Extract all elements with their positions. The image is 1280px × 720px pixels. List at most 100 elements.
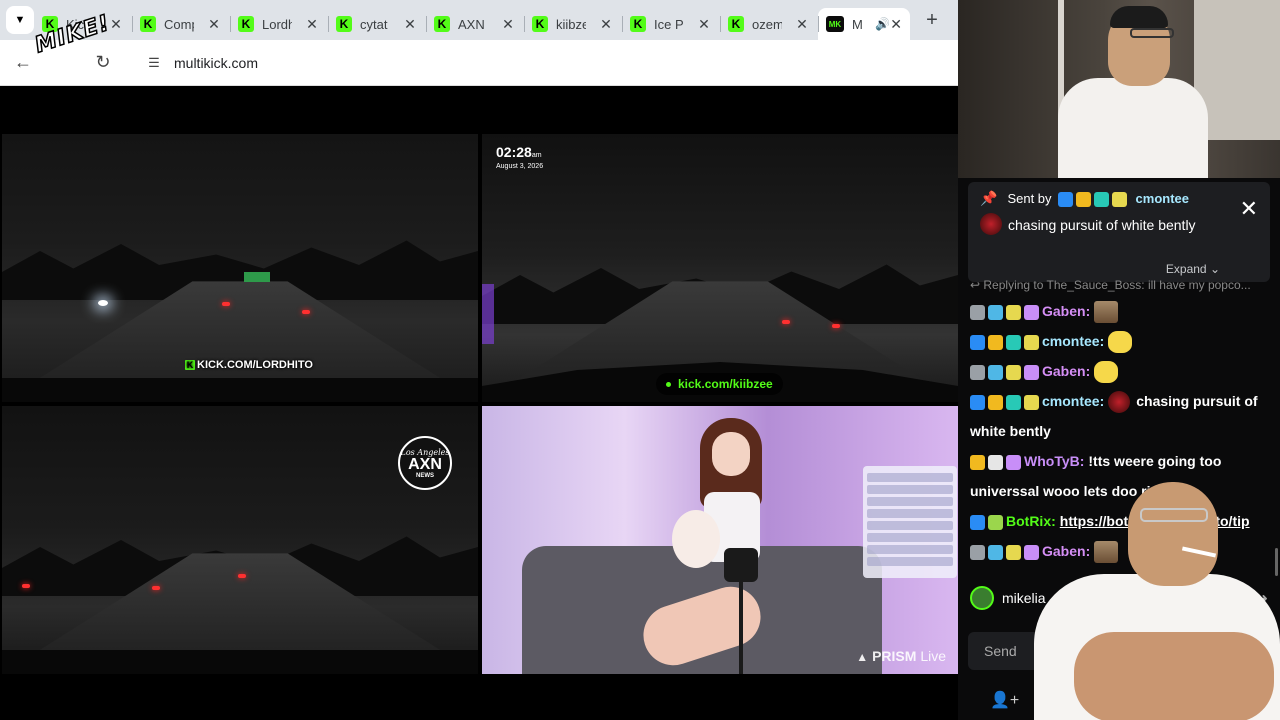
dashboard (2, 378, 478, 402)
badge-icon (1024, 394, 1039, 410)
close-tab-icon[interactable]: ✕ (206, 16, 222, 33)
kick-favicon-icon: K (728, 16, 744, 32)
back-arrow-icon: ← (14, 52, 32, 72)
tab-6[interactable]: K Ice Po ✕ (622, 8, 720, 40)
taillight (832, 324, 840, 328)
glasses (1140, 508, 1208, 522)
tip-menu-overlay (863, 466, 957, 578)
tab-4[interactable]: K AXN ✕ (426, 8, 524, 40)
tab-7[interactable]: Kozem ✕ (720, 8, 818, 40)
close-tab-icon[interactable]: ✕ (304, 16, 320, 33)
browser-toolbar: ← ↻ ☰ multikick.com (0, 40, 958, 86)
close-tab-icon[interactable]: ✕ (500, 16, 516, 33)
streamer-head (1128, 482, 1218, 586)
tab-strip: ▼ KKick✕KComp✕KLordh✕Kcytat✕KAXN✕Kkiibze… (0, 0, 958, 40)
taillight (152, 586, 160, 590)
tab-2[interactable]: K Lordh ✕ (230, 8, 328, 40)
reload-button[interactable]: ↻ (88, 48, 118, 78)
emote-icon (1108, 331, 1133, 354)
emote-icon (1108, 391, 1131, 414)
kick-favicon-icon: K (532, 16, 548, 32)
badge-icon (1024, 364, 1039, 380)
chat-username[interactable]: Gaben: (1042, 363, 1090, 379)
tab-1[interactable]: K Comp ✕ (132, 8, 230, 40)
pinned-text: chasing pursuit of white bently (1008, 217, 1196, 233)
live-dot-icon (666, 381, 671, 387)
crown-icon (1075, 191, 1091, 207)
badge-icon (1006, 454, 1021, 470)
badge-icon (1006, 394, 1021, 410)
chat-username[interactable]: cmontee: (1042, 393, 1104, 409)
tripod-stand (739, 582, 743, 674)
close-tab-icon[interactable]: ✕ (402, 16, 418, 33)
expand-button[interactable]: Expand ⌄ (1166, 262, 1220, 276)
tab-title: Lordh (262, 16, 292, 32)
chat-message: cmontee: chasing pursuit of white bently (970, 386, 1270, 446)
tab-title: kiibze (556, 16, 586, 32)
taillight (302, 310, 310, 314)
emote-icon (980, 213, 1002, 235)
back-button[interactable]: ← (8, 48, 38, 78)
highway-sign (244, 272, 270, 282)
kick-favicon-icon: K (336, 16, 352, 32)
stream-room[interactable]: ▲ PRISM Live (482, 406, 958, 674)
badge-icon (988, 514, 1003, 530)
tab-title: M (852, 16, 863, 32)
chat-username[interactable]: Gaben: (1042, 303, 1090, 319)
stream-kiibzee[interactable]: 02:28am August 3, 2026 kick.com/kiibzee (482, 134, 958, 402)
chat-username[interactable]: cmontee: (1042, 333, 1104, 349)
emote-icon (1094, 361, 1119, 384)
stream-axn[interactable]: Los Angeles AXN NEWS (2, 406, 478, 674)
chevron-down-icon: ⌄ (1209, 262, 1220, 276)
glasses (1130, 28, 1174, 38)
speaker-icon[interactable]: 🔊 (875, 17, 890, 31)
streamer-hands (1074, 632, 1274, 720)
tab-5[interactable]: Kkiibze ✕ (524, 8, 622, 40)
badge-icon (1024, 334, 1039, 350)
close-tab-icon[interactable]: ✕ (890, 16, 902, 33)
pinned-sent-by-label: Sent by (1007, 191, 1052, 206)
close-tab-icon[interactable]: ✕ (598, 16, 614, 33)
badge-icon (1006, 304, 1021, 320)
tab-title: Ice Po (654, 16, 684, 32)
browser-window: ▼ KKick✕KComp✕KLordh✕Kcytat✕KAXN✕Kkiibze… (0, 0, 958, 720)
url-text: multikick.com (174, 54, 259, 71)
badge-icon (970, 304, 985, 320)
tab-title: ozem (752, 16, 782, 32)
tab-3[interactable]: Kcytat ✕ (328, 8, 426, 40)
prism-logo-icon: ▲ (856, 650, 869, 664)
badge-icon (988, 454, 1003, 470)
close-icon[interactable]: ✕ (1240, 196, 1258, 222)
pinned-username[interactable]: cmontee (1136, 191, 1189, 206)
kick-favicon-icon: K (434, 16, 450, 32)
kick-logo-icon: K (185, 360, 195, 370)
add-user-icon[interactable]: 👤+ (990, 690, 1019, 710)
badge-icon (1006, 334, 1021, 350)
chat-username[interactable]: WhoTyB: (1024, 453, 1084, 469)
address-bar[interactable]: ☰ multikick.com (136, 45, 948, 80)
kiibzee-url-pill: kick.com/kiibzee (656, 373, 783, 395)
avatar[interactable] (970, 586, 994, 610)
axn-news-logo: Los Angeles AXN NEWS (398, 436, 452, 490)
close-tab-icon[interactable]: ✕ (794, 16, 810, 33)
pin-icon: 📌 (980, 190, 998, 206)
badge-icon (1006, 544, 1021, 560)
badge-icon (988, 304, 1003, 320)
stream-lordhito[interactable]: K KICK.COM/LORDHITO (2, 134, 478, 402)
streamer-webcam-top (958, 0, 1280, 178)
kick-favicon-icon: MK (826, 16, 844, 32)
chat-message: Gaben: (970, 356, 1270, 386)
new-tab-button[interactable]: + (920, 9, 944, 32)
streamer-shirt (1058, 78, 1208, 178)
kick-favicon-icon: K (140, 16, 156, 32)
chat-message: cmontee: (970, 326, 1270, 356)
chat-message: Gaben: (970, 296, 1270, 326)
badge-icon (1024, 304, 1039, 320)
tab-search-button[interactable]: ▼ (6, 6, 34, 34)
close-tab-icon[interactable]: ✕ (696, 16, 712, 33)
badge-icon (1057, 191, 1073, 207)
tab-title: Comp (164, 16, 194, 32)
tab-8[interactable]: MK M 🔊 ✕ (818, 8, 910, 40)
site-info-icon[interactable]: ☰ (142, 51, 166, 75)
badge-icon (970, 544, 985, 560)
